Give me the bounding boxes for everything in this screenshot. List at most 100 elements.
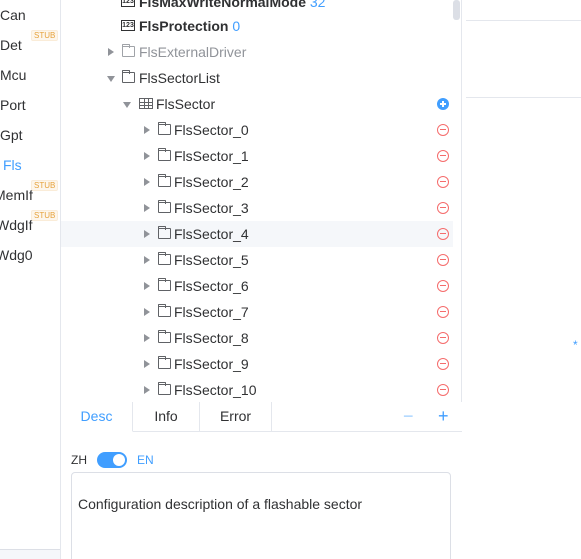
stub-badge: STUB: [31, 180, 59, 191]
caret-right-icon[interactable]: [141, 299, 153, 325]
tab-error[interactable]: Error: [200, 402, 272, 432]
tree-node-sector[interactable]: FlsSector_2: [61, 169, 453, 195]
remove-sector-icon[interactable]: [437, 254, 449, 266]
node-label: FlsSector_8: [174, 330, 249, 346]
folder-icon: [158, 200, 171, 213]
module-label: Gpt: [0, 127, 23, 143]
collapse-panel-button[interactable]: −: [403, 402, 414, 432]
tree-node-sector[interactable]: FlsSector_3: [61, 195, 453, 221]
module-item-fls[interactable]: Fls: [3, 155, 22, 175]
module-item-gpt[interactable]: Gpt: [0, 125, 23, 145]
remove-sector-icon[interactable]: [437, 384, 449, 396]
module-label: Mcu: [0, 67, 27, 83]
folder-icon: [158, 330, 171, 343]
table-icon: [139, 98, 153, 109]
remove-sector-icon[interactable]: [437, 228, 449, 240]
tree-node-external-driver[interactable]: FlsExternalDriver: [61, 39, 453, 65]
param-value: 0: [232, 18, 241, 34]
caret-right-icon[interactable]: [141, 273, 153, 299]
expand-panel-button[interactable]: +: [438, 402, 449, 432]
node-label: FlsSector_6: [174, 278, 249, 294]
module-item-port[interactable]: Port: [0, 95, 26, 115]
caret-down-icon[interactable]: [121, 91, 133, 117]
tree-node-sector[interactable]: FlsSector_5: [61, 247, 453, 273]
stub-badge: STUB: [31, 30, 59, 41]
module-item-wdgif[interactable]: WdgIf: [0, 215, 33, 235]
remove-sector-icon[interactable]: [437, 306, 449, 318]
node-label: FlsSector_1: [174, 148, 249, 164]
tree-node-sector[interactable]: FlsSector_6: [61, 273, 453, 299]
caret-right-icon[interactable]: [141, 117, 153, 143]
caret-down-icon[interactable]: [105, 65, 117, 91]
module-label: MemIf: [0, 187, 33, 203]
add-sector-icon[interactable]: [437, 98, 449, 110]
tab-info[interactable]: Info: [133, 402, 200, 432]
module-item-can[interactable]: Can: [0, 5, 26, 25]
tab-desc[interactable]: Desc: [61, 402, 133, 432]
caret-right-icon[interactable]: [141, 325, 153, 351]
tree-node-sector[interactable]: FlsSector_10: [61, 377, 453, 402]
panel-scrollbar[interactable]: [454, 0, 460, 20]
folder-icon: [158, 174, 171, 187]
caret-right-icon[interactable]: [105, 39, 117, 65]
folder-icon: [158, 252, 171, 265]
numeric-param-icon: 123: [121, 20, 135, 31]
module-list-footer: [0, 549, 60, 559]
node-label: FlsSector_0: [174, 122, 249, 138]
required-asterisk: *: [573, 338, 578, 352]
caret-right-icon[interactable]: [141, 351, 153, 377]
folder-icon: [122, 70, 135, 83]
module-label: Wdg0: [0, 247, 33, 263]
divider: [466, 97, 581, 98]
remove-sector-icon[interactable]: [437, 176, 449, 188]
module-label: Fls: [3, 157, 22, 173]
folder-icon: [158, 382, 171, 395]
remove-sector-icon[interactable]: [437, 150, 449, 162]
caret-right-icon[interactable]: [141, 221, 153, 247]
tree-node-sector[interactable]: FlsSector_7: [61, 299, 453, 325]
node-label: FlsSectorList: [139, 70, 220, 86]
module-label: Can: [0, 7, 26, 23]
language-toggle[interactable]: [97, 452, 127, 468]
config-tree: 123 FlsMaxWriteNormalMode 32 123 FlsProt…: [61, 0, 462, 402]
description-text: Configuration description of a flashable…: [78, 496, 363, 512]
tree-node-sector[interactable]: FlsSector_9: [61, 351, 453, 377]
param-value: 32: [309, 0, 326, 10]
node-label: FlsSector_10: [174, 382, 257, 398]
node-label: FlsSector_3: [174, 200, 249, 216]
remove-sector-icon[interactable]: [437, 332, 449, 344]
detail-tabbar: Desc Info Error − +: [61, 402, 462, 432]
caret-right-icon[interactable]: [141, 169, 153, 195]
tree-node-sector[interactable]: FlsSector_4: [61, 221, 453, 247]
module-item-memif[interactable]: MemIf: [0, 185, 33, 205]
folder-icon: [158, 304, 171, 317]
tree-node-sector[interactable]: FlsSector_8: [61, 325, 453, 351]
module-item-mcu[interactable]: Mcu: [0, 65, 26, 85]
remove-sector-icon[interactable]: [437, 124, 449, 136]
description-textarea[interactable]: Configuration description of a flashable…: [71, 472, 451, 559]
node-label: FlsSector_4: [174, 226, 249, 242]
lang-en-label: EN: [137, 453, 154, 467]
module-item-wdg0[interactable]: Wdg0: [0, 245, 33, 265]
caret-right-icon[interactable]: [141, 143, 153, 169]
tree-node-sector[interactable]: FlsSector_1: [61, 143, 453, 169]
folder-icon: [158, 278, 171, 291]
folder-icon: [158, 356, 171, 369]
tree-param-row[interactable]: 123 FlsProtection 0: [61, 13, 453, 39]
caret-right-icon[interactable]: [141, 247, 153, 273]
module-label: WdgIf: [0, 217, 33, 233]
folder-icon: [158, 148, 171, 161]
node-label: FlsSector_9: [174, 356, 249, 372]
caret-right-icon[interactable]: [141, 195, 153, 221]
caret-right-icon[interactable]: [141, 377, 153, 402]
tree-node-sector-container[interactable]: FlsSector: [61, 91, 453, 117]
module-item-det[interactable]: Det: [0, 35, 22, 55]
module-label: Det: [0, 37, 22, 53]
remove-sector-icon[interactable]: [437, 202, 449, 214]
node-label: FlsSector_5: [174, 252, 249, 268]
remove-sector-icon[interactable]: [437, 358, 449, 370]
node-label: FlsSector_7: [174, 304, 249, 320]
remove-sector-icon[interactable]: [437, 280, 449, 292]
tree-node-sector[interactable]: FlsSector_0: [61, 117, 453, 143]
tree-node-sector-list[interactable]: FlsSectorList: [61, 65, 453, 91]
